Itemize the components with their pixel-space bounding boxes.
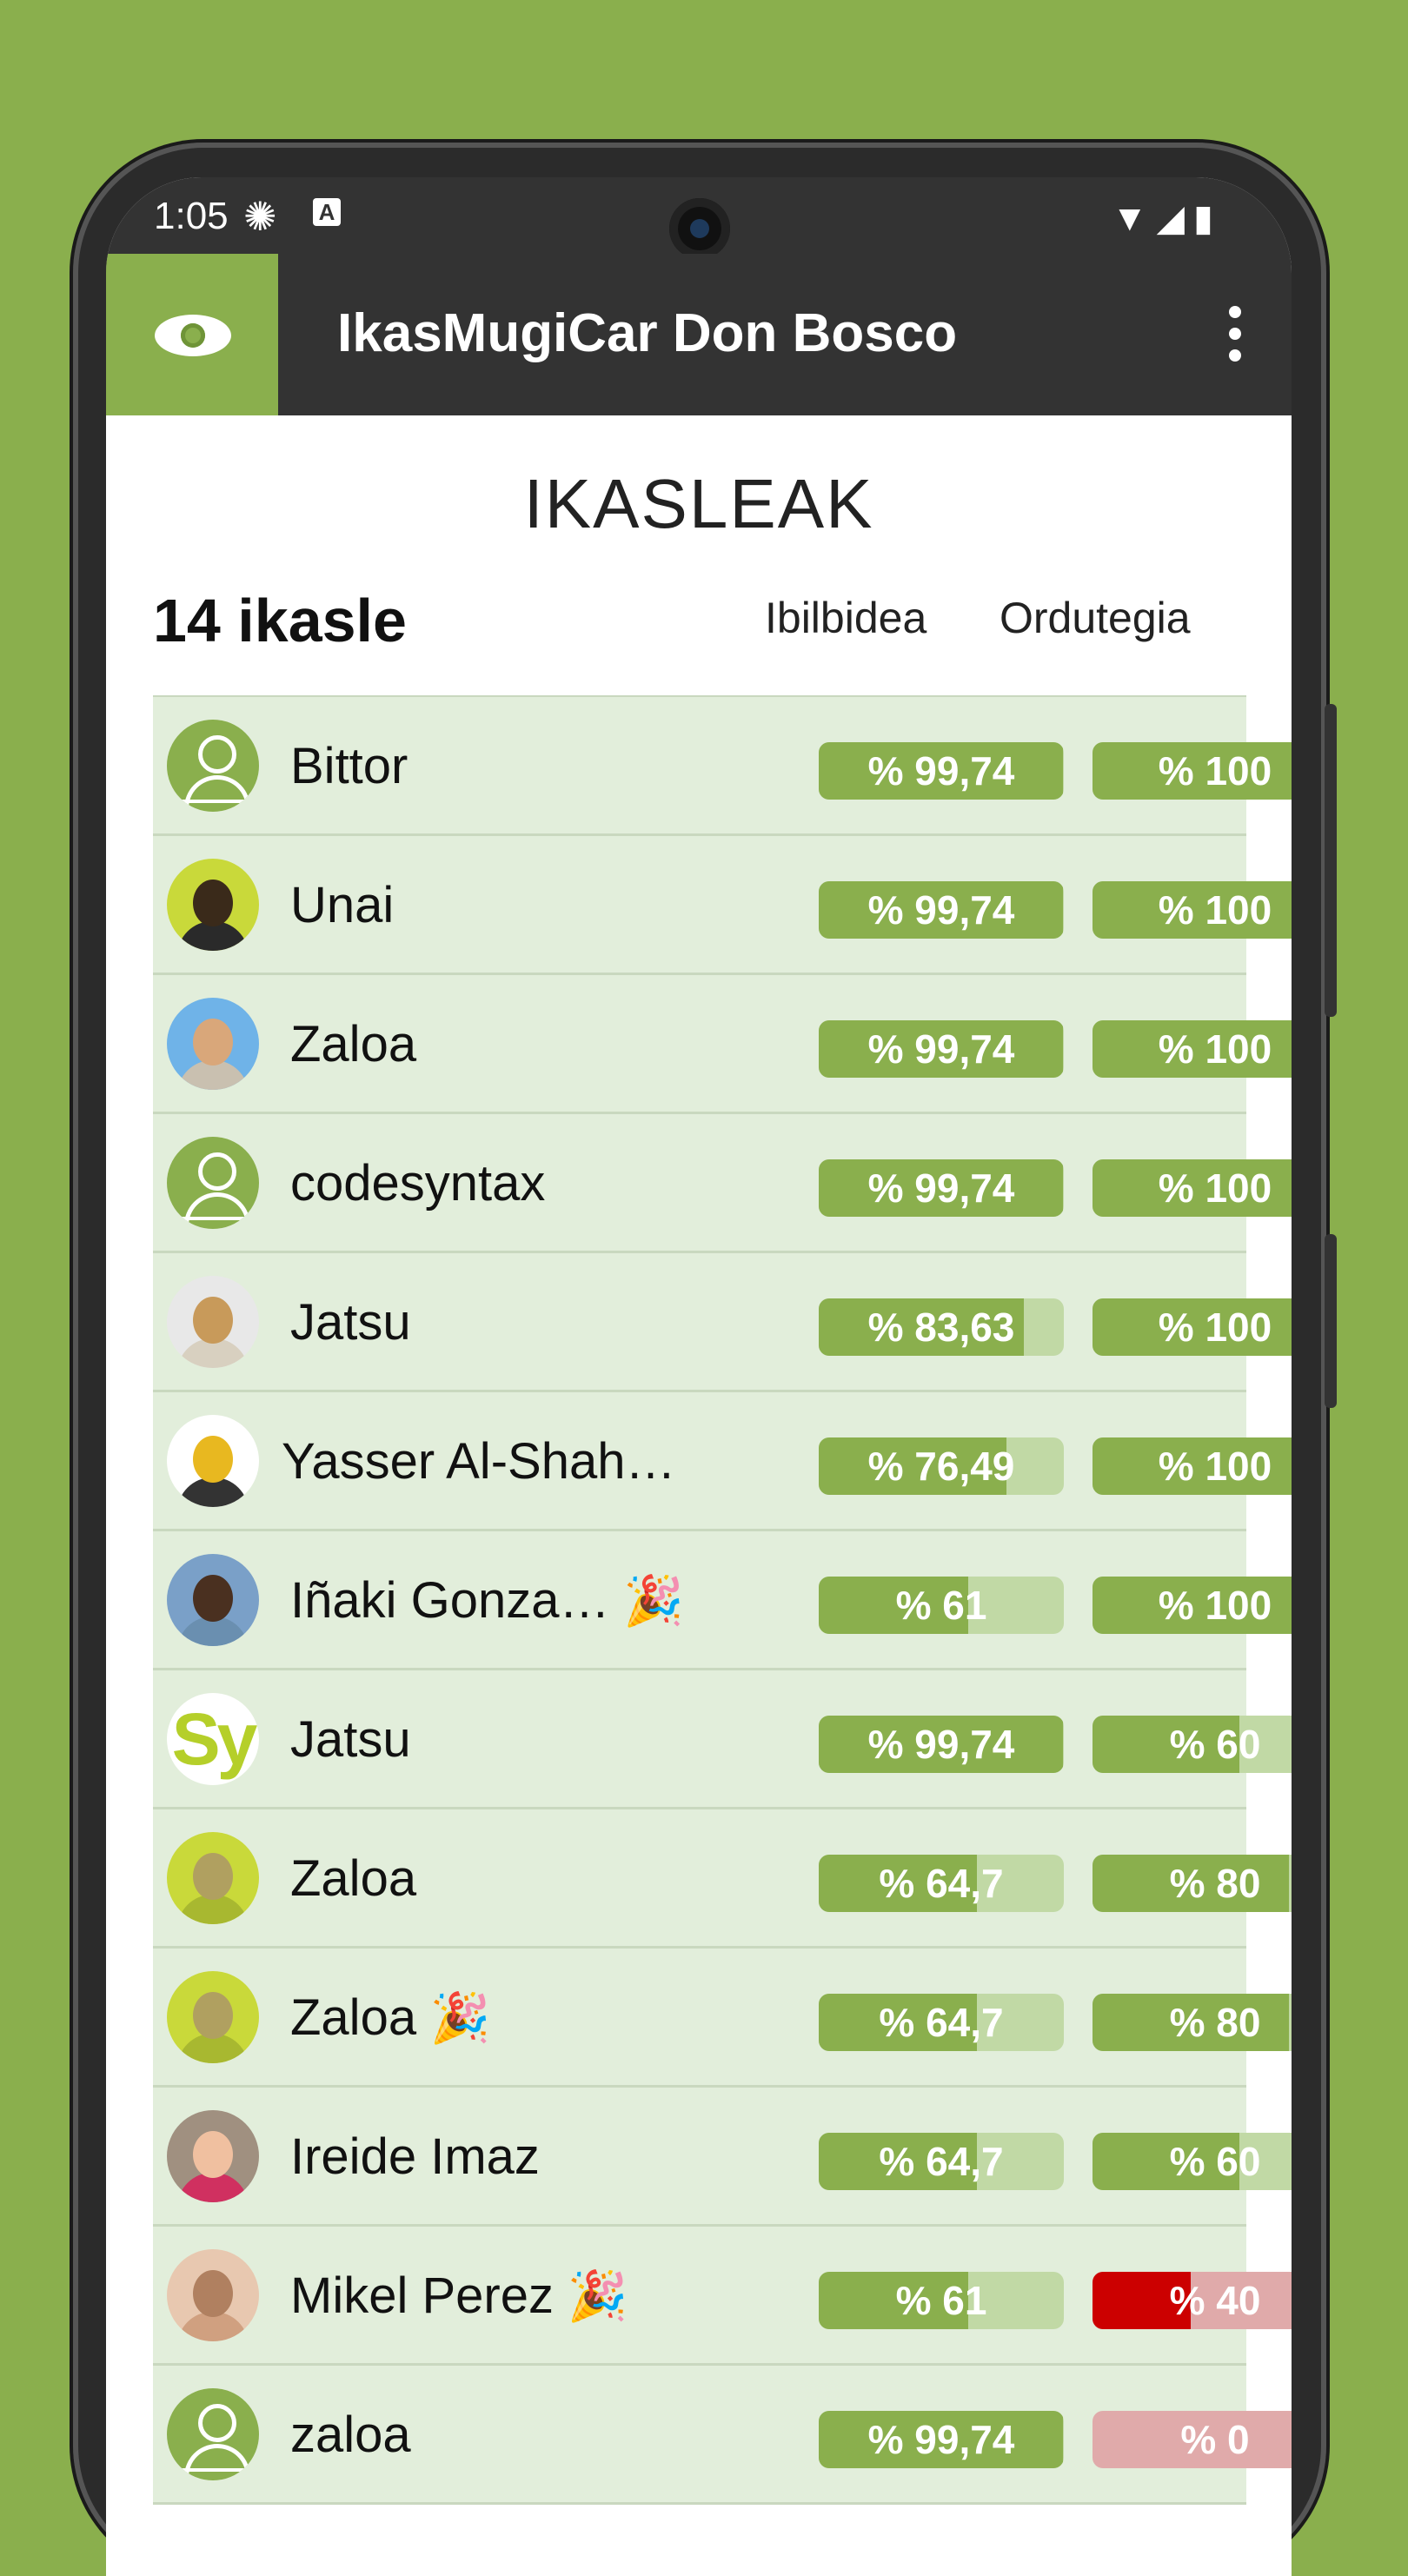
avatar (167, 1971, 259, 2063)
student-row[interactable]: Zaloa % 99,74 % 100 (153, 975, 1292, 1114)
student-row[interactable]: Zaloa % 64,7 % 80 (153, 1809, 1292, 1949)
route-progress-bar: % 76,49 (819, 1437, 1064, 1495)
power-button (1325, 704, 1337, 1017)
schedule-progress-bar: % 0 (1093, 2411, 1292, 2468)
route-progress-bar: % 99,74 (819, 742, 1064, 800)
party-popper-icon: 🎉 (553, 2268, 628, 2323)
schedule-progress-bar: % 100 (1093, 1437, 1292, 1495)
route-progress-bar: % 99,74 (819, 2411, 1064, 2468)
app-title: IkasMugiCar Don Bosco (337, 303, 958, 363)
schedule-progress-bar: % 60 (1093, 1716, 1292, 1773)
party-popper-icon: 🎉 (609, 1573, 684, 1628)
avatar (167, 1415, 259, 1507)
student-row[interactable]: Bittor % 99,74 % 100 (153, 697, 1292, 836)
loading-icon: ✺ (243, 194, 277, 239)
route-progress-bar: % 83,63 (819, 1298, 1064, 1356)
column-header-schedule: Ordutegia (1000, 594, 1191, 642)
eye-globe-icon (155, 315, 231, 356)
schedule-progress-bar: % 40 (1093, 2272, 1292, 2329)
camera-cutout (669, 198, 730, 259)
route-progress-bar: % 61 (819, 2272, 1064, 2329)
student-count: 14 ikasle (153, 587, 407, 654)
page-title: IKASLEAK (523, 465, 874, 542)
schedule-progress-bar: % 100 (1093, 1020, 1292, 1078)
column-header-route: Ibilbidea (765, 594, 927, 642)
student-row[interactable]: Unai % 99,74 % 100 (153, 836, 1292, 975)
default-user-icon (167, 720, 259, 812)
route-progress-bar: % 61 (819, 1577, 1064, 1634)
schedule-progress-bar: % 60 (1093, 2133, 1292, 2190)
default-user-icon (167, 1137, 259, 1229)
overflow-menu-icon[interactable] (1229, 306, 1241, 371)
student-name: Jatsu (290, 1294, 411, 1351)
student-row[interactable]: Iñaki Gonza… 🎉 % 61 % 100 (153, 1531, 1292, 1670)
schedule-progress-bar: % 80 (1093, 1994, 1292, 2051)
avatar (167, 998, 259, 1090)
student-row[interactable]: zaloa % 99,74 % 0 (153, 2366, 1292, 2505)
route-progress-bar: % 64,7 (819, 1994, 1064, 2051)
student-name: Yasser Al-Shah… (282, 1433, 676, 1490)
student-row[interactable]: Jatsu % 83,63 % 100 (153, 1253, 1292, 1392)
student-row[interactable]: Zaloa 🎉 % 64,7 % 80 (153, 1949, 1292, 2088)
route-progress-bar: % 64,7 (819, 2133, 1064, 2190)
wifi-signal-battery-icons: ▼◢▮ (1112, 197, 1222, 238)
schedule-progress-bar: % 100 (1093, 881, 1292, 939)
student-name: Unai (290, 877, 395, 933)
student-name: Iñaki Gonza… 🎉 (290, 1572, 684, 1629)
student-row[interactable]: codesyntax % 99,74 % 100 (153, 1114, 1292, 1253)
route-progress-bar: % 99,74 (819, 1159, 1064, 1217)
avatar (167, 1832, 259, 1924)
avatar (167, 859, 259, 951)
default-user-icon (167, 2388, 259, 2480)
avatar (167, 1276, 259, 1368)
student-name: Bittor (290, 738, 408, 794)
student-name: Zaloa (290, 1016, 417, 1072)
party-popper-icon: 🎉 (416, 1990, 491, 2045)
schedule-progress-bar: % 100 (1093, 1159, 1292, 1217)
keyboard-notification-icon: A (313, 198, 341, 226)
avatar (167, 1554, 259, 1646)
student-name: Zaloa (290, 1850, 417, 1907)
student-name: codesyntax (290, 1155, 546, 1212)
schedule-progress-bar: % 80 (1093, 1855, 1292, 1912)
student-row[interactable]: Yasser Al-Shah… % 76,49 % 100 (153, 1392, 1292, 1531)
student-row[interactable]: Mikel Perez 🎉 % 61 % 40 (153, 2227, 1292, 2366)
student-name: Mikel Perez 🎉 (290, 2267, 628, 2324)
student-name: Zaloa 🎉 (290, 1989, 491, 2046)
avatar: Sy (167, 1693, 259, 1785)
student-name: Jatsu (290, 1711, 411, 1768)
student-row[interactable]: Sy Jatsu % 99,74 % 60 (153, 1670, 1292, 1809)
screen: 1:05 ✺ A ▼◢▮ IkasMugiCar Don Bosco IKASL… (106, 177, 1292, 2576)
route-progress-bar: % 99,74 (819, 881, 1064, 939)
volume-button (1325, 1234, 1337, 1408)
route-progress-bar: % 99,74 (819, 1020, 1064, 1078)
status-bar: 1:05 ✺ A ▼◢▮ (106, 177, 1292, 259)
schedule-progress-bar: % 100 (1093, 742, 1292, 800)
student-name: Ireide Imaz (290, 2128, 540, 2185)
student-row[interactable]: Ireide Imaz % 64,7 % 60 (153, 2088, 1292, 2227)
app-logo[interactable] (106, 254, 278, 415)
status-time: 1:05 (154, 195, 229, 237)
avatar (167, 2110, 259, 2202)
student-list: Bittor % 99,74 % 100 Unai % 99,74 % 100 Zaloa%… (153, 695, 1292, 2505)
avatar (167, 2249, 259, 2341)
route-progress-bar: % 99,74 (819, 1716, 1064, 1773)
app-bar: IkasMugiCar Don Bosco (106, 254, 1292, 415)
route-progress-bar: % 64,7 (819, 1855, 1064, 1912)
schedule-progress-bar: % 100 (1093, 1298, 1292, 1356)
schedule-progress-bar: % 100 (1093, 1577, 1292, 1634)
student-name: zaloa (290, 2407, 411, 2463)
